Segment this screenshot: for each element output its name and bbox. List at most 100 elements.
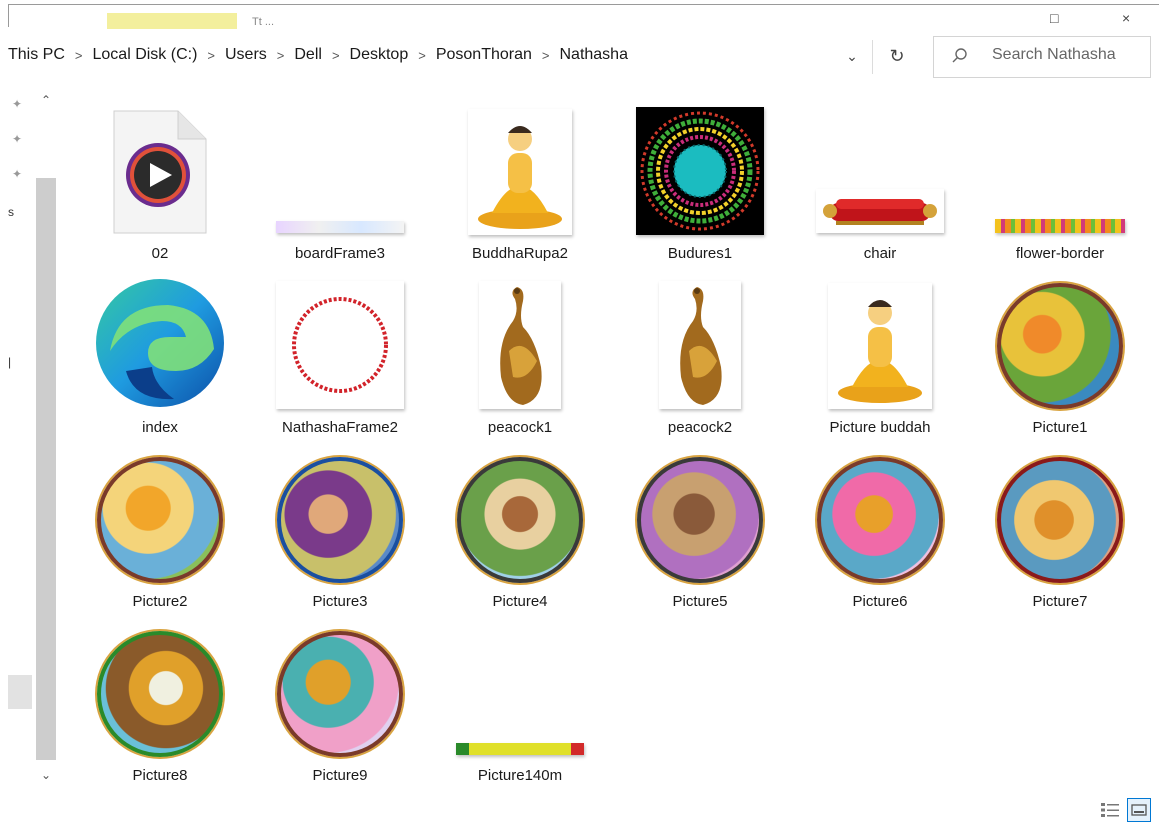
- scroll-down-icon[interactable]: ⌄: [36, 768, 56, 784]
- picture-round-image: [817, 457, 943, 583]
- chevron-right-icon[interactable]: >: [332, 48, 340, 63]
- title-bar-highlight: [107, 13, 237, 29]
- address-bar[interactable]: This PC > Local Disk (C:) > Users > Dell…: [0, 34, 1165, 78]
- picture-round-image: [97, 631, 223, 757]
- large-icons-view-icon[interactable]: [1127, 798, 1151, 822]
- file-item[interactable]: peacock1: [430, 274, 610, 444]
- breadcrumb-this-pc[interactable]: This PC: [8, 46, 65, 64]
- picture-round-image: [277, 457, 403, 583]
- image-thumbnail: [250, 100, 430, 235]
- file-name: NathashaFrame2: [282, 419, 398, 436]
- details-view-icon[interactable]: [1098, 798, 1122, 822]
- peacock-image: [659, 281, 741, 409]
- picture-round-image: [637, 457, 763, 583]
- file-item[interactable]: chair: [790, 100, 970, 270]
- chevron-right-icon[interactable]: >: [207, 48, 215, 63]
- budures-image: [636, 107, 764, 235]
- file-item[interactable]: Picture9: [250, 622, 430, 792]
- image-thumbnail: [430, 274, 610, 409]
- file-name: flower-border: [1015, 245, 1105, 262]
- file-item[interactable]: peacock2: [610, 274, 790, 444]
- file-name: peacock2: [667, 419, 733, 436]
- file-item[interactable]: 02: [70, 100, 250, 270]
- pin-icon[interactable]: ✦: [12, 97, 22, 111]
- file-item[interactable]: Picture3: [250, 448, 430, 618]
- refresh-icon[interactable]: ↻: [883, 44, 911, 68]
- divider: [872, 40, 873, 74]
- scrollbar-thumb[interactable]: [36, 178, 56, 760]
- nav-item-selected[interactable]: [8, 675, 32, 709]
- picture-round-image: [277, 631, 403, 757]
- file-item[interactable]: Picture7: [970, 448, 1150, 618]
- image-thumbnail: [70, 274, 250, 409]
- file-name: Picture5: [672, 593, 728, 610]
- file-name: Picture7: [1032, 593, 1088, 610]
- maximize-icon[interactable]: □: [1050, 10, 1058, 26]
- file-item[interactable]: boardFrame3: [250, 100, 430, 270]
- image-thumbnail: [790, 448, 970, 583]
- file-item[interactable]: Picture8: [70, 622, 250, 792]
- file-item[interactable]: flower-border: [970, 100, 1150, 270]
- file-item[interactable]: Picture5: [610, 448, 790, 618]
- breadcrumb-desktop[interactable]: Desktop: [350, 46, 409, 64]
- breadcrumb: This PC > Local Disk (C:) > Users > Dell…: [8, 46, 628, 64]
- nathasha-frame-image: [276, 281, 404, 409]
- chevron-right-icon[interactable]: >: [277, 48, 285, 63]
- scroll-up-icon[interactable]: ⌃: [36, 93, 56, 109]
- chevron-right-icon[interactable]: >: [542, 48, 550, 63]
- file-name: boardFrame3: [294, 245, 386, 262]
- image-thumbnail: [70, 448, 250, 583]
- video-file-thumbnail: [70, 100, 250, 235]
- close-icon[interactable]: ×: [1122, 10, 1130, 26]
- chevron-down-icon[interactable]: ⌄: [838, 44, 866, 68]
- nav-item-fragment[interactable]: |: [8, 355, 11, 369]
- file-name: Picture8: [132, 767, 188, 784]
- nav-item-fragment[interactable]: s: [8, 205, 14, 219]
- file-name: Picture140m: [477, 767, 563, 784]
- chevron-right-icon[interactable]: >: [418, 48, 426, 63]
- picture-round-image: [997, 457, 1123, 583]
- file-name: Picture2: [132, 593, 188, 610]
- chevron-right-icon[interactable]: >: [75, 48, 83, 63]
- breadcrumb-dell[interactable]: Dell: [294, 46, 322, 64]
- image-thumbnail: [430, 100, 610, 235]
- file-grid: 02 boardFrame3 BuddhaRupa2 Budures1 chai…: [70, 100, 1160, 800]
- file-item[interactable]: Picture1: [970, 274, 1150, 444]
- file-name: Picture6: [852, 593, 908, 610]
- file-item[interactable]: NathashaFrame2: [250, 274, 430, 444]
- breadcrumb-users[interactable]: Users: [225, 46, 267, 64]
- chair-image: [816, 189, 944, 233]
- breadcrumb-local-disk[interactable]: Local Disk (C:): [93, 46, 198, 64]
- file-item[interactable]: Picture140m: [430, 622, 610, 792]
- file-item[interactable]: index: [70, 274, 250, 444]
- search-input[interactable]: [992, 46, 1142, 64]
- file-name: index: [142, 419, 178, 436]
- file-item[interactable]: Picture buddah: [790, 274, 970, 444]
- image-thumbnail: [610, 100, 790, 235]
- image-thumbnail: [70, 622, 250, 757]
- file-name: Budures1: [667, 245, 733, 262]
- file-item[interactable]: Budures1: [610, 100, 790, 270]
- buddha-image: [828, 283, 932, 409]
- video-file-icon: [113, 110, 207, 234]
- pin-icon[interactable]: ✦: [12, 167, 22, 181]
- file-item[interactable]: Picture4: [430, 448, 610, 618]
- search-icon: [952, 48, 967, 63]
- file-name: Picture1: [1032, 419, 1088, 436]
- picture-round-image: [97, 457, 223, 583]
- picture-round-image: [997, 283, 1123, 409]
- banner-image: [456, 743, 584, 755]
- image-thumbnail: [970, 274, 1150, 409]
- breadcrumb-nathasha[interactable]: Nathasha: [559, 46, 628, 64]
- image-thumbnail: [610, 274, 790, 409]
- search-box[interactable]: [933, 36, 1151, 78]
- image-thumbnail: [610, 448, 790, 583]
- file-item[interactable]: Picture2: [70, 448, 250, 618]
- breadcrumb-posonthoran[interactable]: PosonThoran: [436, 46, 532, 64]
- title-bar: Tt ... □ ×: [0, 0, 1165, 30]
- file-item[interactable]: BuddhaRupa2: [430, 100, 610, 270]
- file-item[interactable]: Picture6: [790, 448, 970, 618]
- pin-icon[interactable]: ✦: [12, 132, 22, 146]
- file-name: 02: [151, 245, 169, 262]
- file-name: BuddhaRupa2: [472, 245, 568, 262]
